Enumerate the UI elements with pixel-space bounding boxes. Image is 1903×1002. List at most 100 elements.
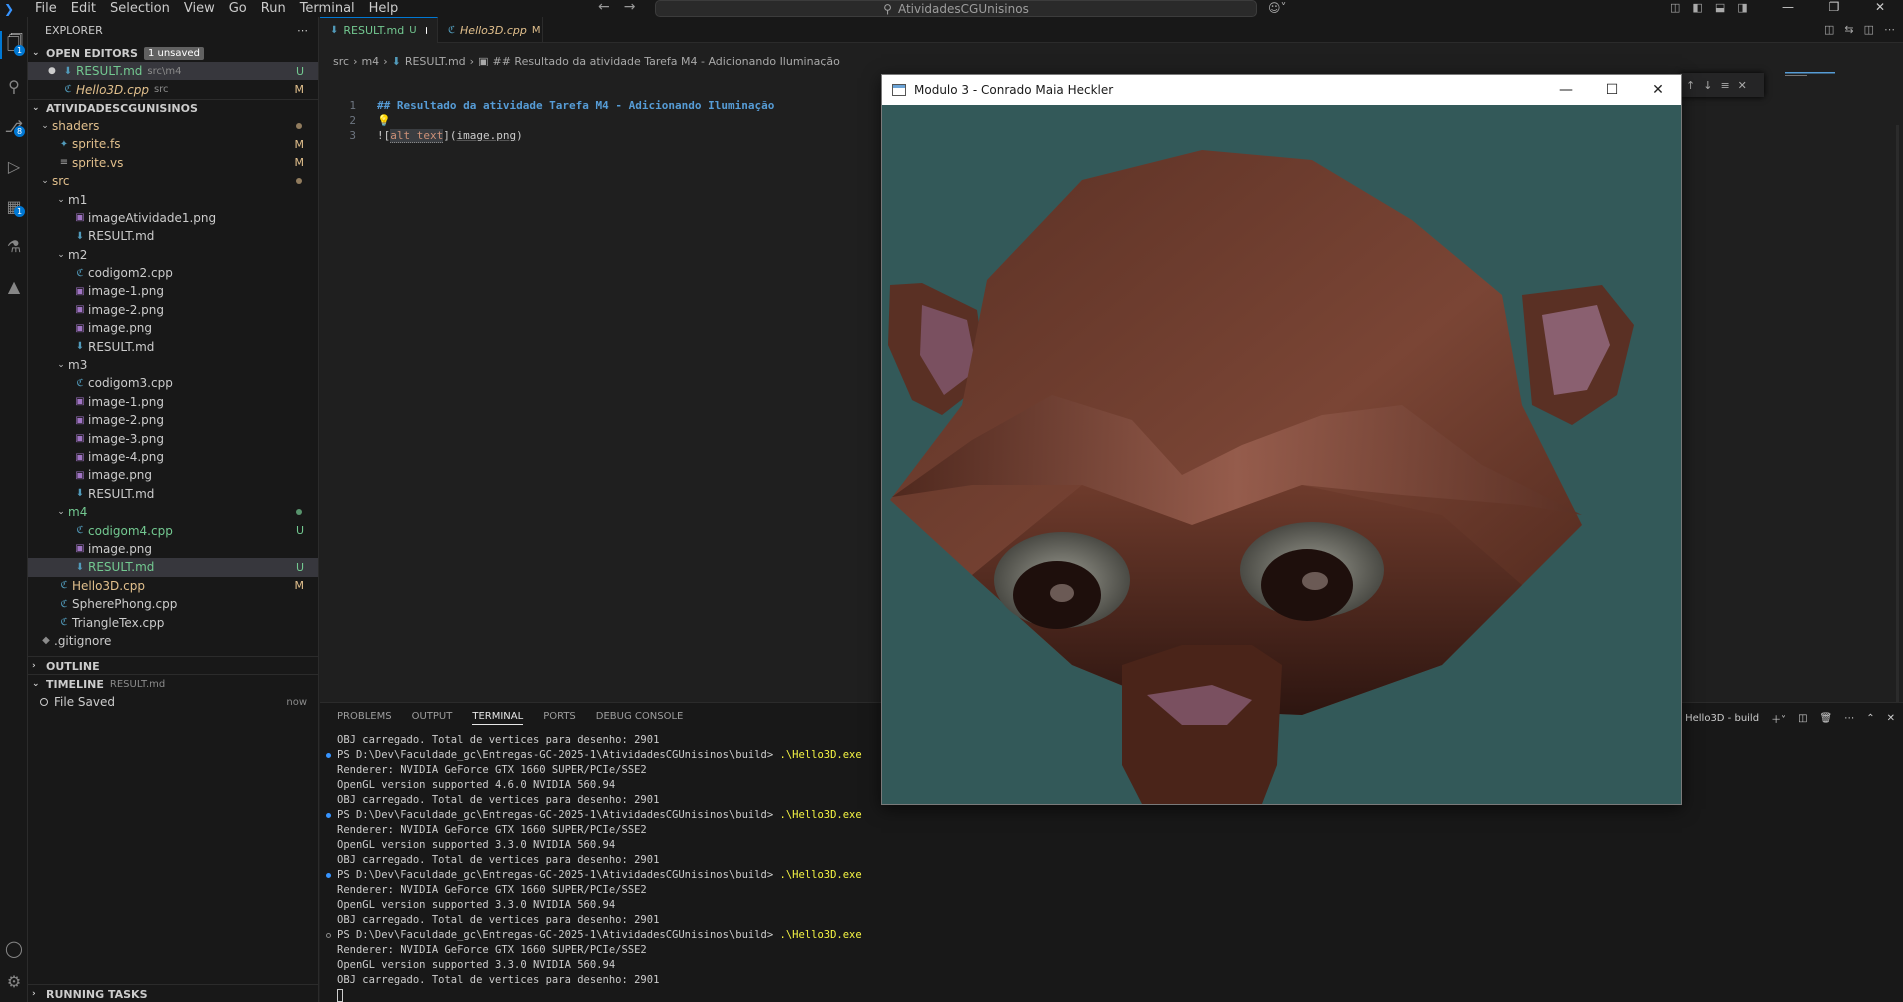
folder-src[interactable]: ⌄ src	[28, 172, 318, 190]
timeline-item[interactable]: File Saved now	[28, 693, 319, 711]
tab-result-md[interactable]: ⬇ RESULT.md U	[320, 17, 438, 43]
folder-m2[interactable]: ⌄ m2	[28, 246, 318, 264]
new-terminal-icon[interactable]: ＋˅	[1771, 711, 1786, 726]
minimize-icon[interactable]: —	[1543, 75, 1589, 105]
menu-help[interactable]: Help	[362, 1, 406, 16]
folder-m3[interactable]: ⌄ m3	[28, 356, 318, 374]
minimize-icon[interactable]: —	[1765, 0, 1811, 15]
toggle-panel-icon[interactable]: ⬓	[1715, 1, 1725, 14]
menu-run[interactable]: Run	[254, 1, 293, 16]
file-image[interactable]: ▣ image.png	[28, 540, 318, 558]
tab-problems[interactable]: PROBLEMS	[337, 711, 392, 725]
file-imageatividade1[interactable]: ▣ imageAtividade1.png	[28, 209, 318, 227]
extensions-icon[interactable]: ▦ 1	[0, 192, 28, 220]
file-image[interactable]: ▣ image.png	[28, 319, 318, 337]
file-codigom3[interactable]: ℭ codigom3.cpp	[28, 374, 318, 392]
minimap[interactable]	[1785, 72, 1845, 76]
back-arrow-icon[interactable]: ←	[598, 0, 610, 15]
lightbulb-icon[interactable]: 💡	[377, 113, 391, 129]
file-triangletex[interactable]: ℭ TriangleTex.cpp	[28, 613, 318, 631]
copilot-icon[interactable]: ☺˅	[1268, 1, 1287, 15]
menu-terminal[interactable]: Terminal	[293, 1, 362, 16]
more-actions-icon[interactable]: ⋯	[1884, 23, 1895, 36]
menu-file[interactable]: File	[28, 1, 64, 16]
search-view-icon[interactable]: ⚲	[0, 72, 28, 100]
close-icon[interactable]: ✕	[1635, 75, 1681, 105]
opengl-window[interactable]: Modulo 3 - Conrado Maia Heckler — ☐ ✕	[881, 74, 1682, 805]
file-image-2[interactable]: ▣ image-2.png	[28, 411, 318, 429]
open-preview-icon[interactable]: ◫	[1824, 23, 1834, 36]
menu-view[interactable]: View	[177, 1, 222, 16]
tab-output[interactable]: OUTPUT	[412, 711, 453, 725]
terminal-prompt-line[interactable]	[320, 988, 1870, 1002]
command-decoration-icon[interactable]	[326, 753, 331, 758]
more-actions-icon[interactable]: ⋯	[1844, 713, 1854, 724]
toggle-secondary-sidebar-icon[interactable]: ◨	[1737, 1, 1747, 14]
close-icon[interactable]: ✕	[1738, 79, 1747, 92]
file-image-4[interactable]: ▣ image-4.png	[28, 448, 318, 466]
file-image-1[interactable]: ▣ image-1.png	[28, 393, 318, 411]
menu-go[interactable]: Go	[222, 1, 254, 16]
file-result-md[interactable]: ⬇ RESULT.md	[28, 485, 318, 503]
workspace-header[interactable]: ⌄ ATIVIDADESCGUNISINOS	[28, 98, 318, 117]
open-editors-header[interactable]: ⌄ OPEN EDITORS 1 unsaved	[28, 44, 318, 62]
arrow-down-icon[interactable]: ↓	[1703, 79, 1712, 92]
close-icon[interactable]: ✕	[1857, 0, 1903, 15]
file-image-3[interactable]: ▣ image-3.png	[28, 429, 318, 447]
file-image-2[interactable]: ▣ image-2.png	[28, 301, 318, 319]
explorer-icon[interactable]: 🗍 1	[0, 31, 28, 59]
split-terminal-icon[interactable]: ◫	[1798, 713, 1807, 724]
timeline-header[interactable]: ⌄ TIMELINE RESULT.md	[28, 675, 319, 693]
file-hello3d[interactable]: ℭ Hello3D.cpp M	[28, 577, 318, 595]
tab-terminal[interactable]: TERMINAL	[472, 711, 524, 725]
folder-m4[interactable]: ⌄ m4	[28, 503, 318, 521]
command-center-search[interactable]: ⚲ AtividadesCGUnisinos	[655, 0, 1257, 17]
file-result-md[interactable]: ⬇ RESULT.md	[28, 227, 318, 245]
file-sprite-vs[interactable]: ≡ sprite.vs M	[28, 154, 318, 172]
gl-render-canvas[interactable]	[882, 105, 1681, 804]
split-editor-icon[interactable]: ◫	[1864, 23, 1874, 36]
run-debug-icon[interactable]: ▷	[0, 152, 28, 180]
more-actions-icon[interactable]: ⋯	[297, 24, 308, 37]
testing-icon[interactable]: ⚗	[0, 232, 28, 260]
command-decoration-icon[interactable]	[326, 813, 331, 818]
command-decoration-icon[interactable]	[326, 873, 331, 878]
customize-layout-icon[interactable]: ◫	[1670, 1, 1680, 14]
file-result-md[interactable]: ⬇ RESULT.md	[28, 337, 318, 355]
unsaved-dot-icon[interactable]	[425, 27, 427, 34]
file-gitignore[interactable]: ◆ .gitignore	[28, 632, 318, 650]
menu-selection[interactable]: Selection	[103, 1, 177, 16]
command-decoration-icon[interactable]	[326, 933, 331, 938]
source-control-icon[interactable]: ⎇ 8	[0, 112, 28, 140]
running-tasks-header[interactable]: › RUNNING TASKS	[28, 985, 319, 1002]
restore-icon[interactable]: ❐	[1811, 0, 1857, 15]
open-editor-hello3d[interactable]: ℭ Hello3D.cpp src M	[28, 80, 318, 98]
tab-debug-console[interactable]: DEBUG CONSOLE	[596, 711, 684, 725]
menu-edit[interactable]: Edit	[64, 1, 103, 16]
file-codigom4[interactable]: ℭ codigom4.cpp U	[28, 521, 318, 539]
toggle-primary-sidebar-icon[interactable]: ◧	[1692, 1, 1702, 14]
file-image-1[interactable]: ▣ image-1.png	[28, 282, 318, 300]
file-spherephong[interactable]: ℭ SpherePhong.cpp	[28, 595, 318, 613]
folder-m1[interactable]: ⌄ m1	[28, 190, 318, 208]
maximize-panel-icon[interactable]: ⌃	[1866, 713, 1874, 724]
folder-shaders[interactable]: ⌄ shaders	[28, 117, 318, 135]
file-sprite-fs[interactable]: ✦ sprite.fs M	[28, 135, 318, 153]
arrow-up-icon[interactable]: ↑	[1686, 79, 1695, 92]
terminal-name[interactable]: Hello3D - build	[1685, 713, 1759, 724]
tab-ports[interactable]: PORTS	[543, 711, 576, 725]
file-image[interactable]: ▣ image.png	[28, 466, 318, 484]
remote-icon[interactable]: ▲	[0, 272, 28, 300]
find-options-icon[interactable]: ≡	[1720, 79, 1729, 92]
forward-arrow-icon[interactable]: →	[624, 0, 636, 15]
close-icon[interactable]: ✕	[1887, 713, 1895, 724]
outline-header[interactable]: › OUTLINE	[28, 657, 319, 675]
open-editor-result-md[interactable]: ● ⬇ RESULT.md src\m4 U	[28, 62, 318, 81]
unsaved-dot-icon[interactable]: ●	[48, 66, 60, 76]
tab-hello3d[interactable]: ℭ Hello3D.cpp M	[438, 17, 543, 43]
trash-icon[interactable]: 🗑	[1820, 713, 1833, 724]
compare-changes-icon[interactable]: ⇆	[1844, 23, 1853, 36]
file-result-md-active[interactable]: ⬇ RESULT.md U	[28, 558, 318, 577]
gear-icon[interactable]: ⚙	[0, 967, 28, 995]
maximize-icon[interactable]: ☐	[1589, 75, 1635, 105]
